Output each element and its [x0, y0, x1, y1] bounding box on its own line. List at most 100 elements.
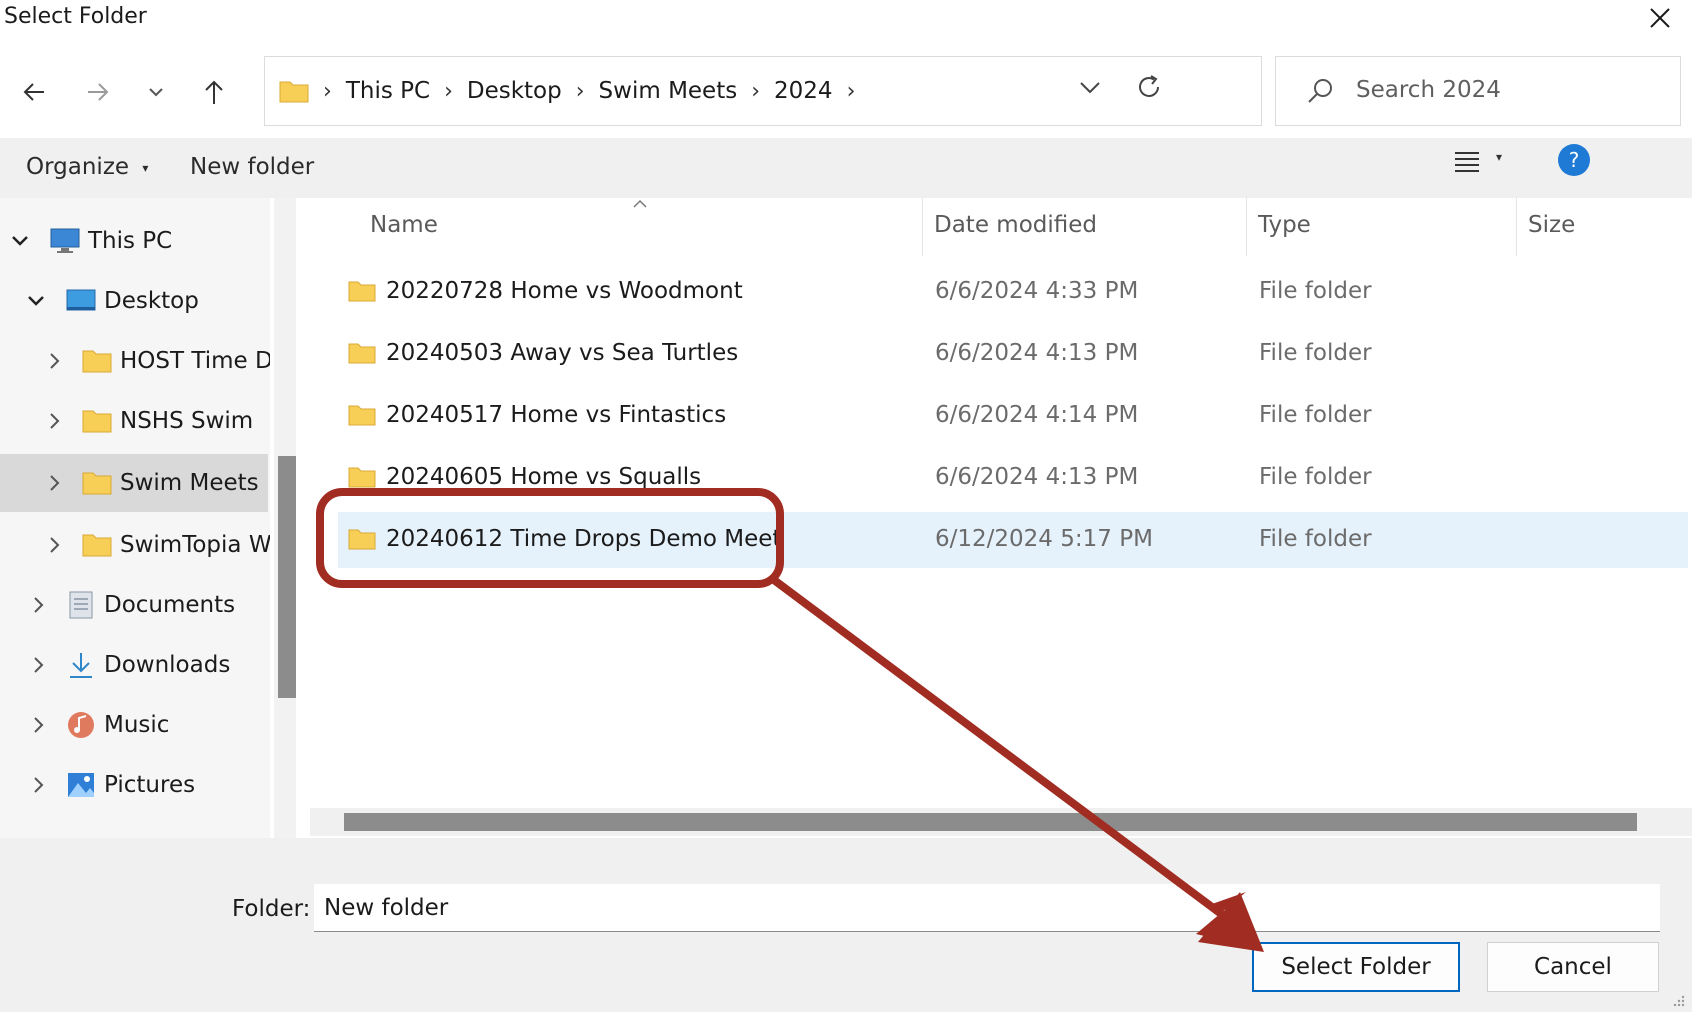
chevron-right-icon[interactable] [28, 715, 48, 735]
file-date: 6/12/2024 5:17 PM [935, 526, 1153, 552]
recent-locations-button[interactable] [134, 70, 178, 114]
nav-item-pictures[interactable]: Pictures [0, 756, 268, 814]
folder-icon [348, 343, 376, 364]
chevron-right-icon[interactable] [44, 535, 64, 555]
chevron-right-icon[interactable] [28, 775, 48, 795]
organize-label: Organize [26, 154, 130, 180]
file-row-selected[interactable]: 20240612 Time Drops Demo Meet 6/12/2024 … [338, 512, 1688, 568]
nav-item-swimtopia[interactable]: SwimTopia Wc [0, 516, 270, 574]
breadcrumb-this-pc[interactable]: This PC [346, 78, 430, 104]
music-icon [68, 712, 94, 738]
column-header-type[interactable]: Type [1258, 212, 1311, 238]
chevron-right-icon[interactable] [44, 351, 64, 371]
file-row[interactable]: 20240605 Home vs Squalls 6/6/2024 4:13 P… [338, 450, 1688, 506]
search-box[interactable]: Search 2024 [1275, 56, 1681, 126]
chevron-down-icon[interactable] [10, 231, 30, 251]
column-divider[interactable] [1516, 198, 1517, 256]
organize-menu[interactable]: Organize ▾ [26, 154, 148, 180]
column-divider[interactable] [922, 198, 923, 256]
chevron-right-icon[interactable] [44, 473, 64, 493]
up-arrow-icon [205, 80, 223, 104]
caret-down-icon: ▾ [142, 160, 149, 175]
refresh-button[interactable] [1135, 73, 1163, 105]
breadcrumb-2024[interactable]: 2024 [774, 78, 833, 104]
folder-icon [348, 281, 376, 302]
search-icon [1308, 79, 1332, 103]
folder-icon [348, 467, 376, 488]
caret-down-icon: ▾ [1496, 150, 1503, 164]
up-button[interactable] [192, 70, 236, 114]
nav-item-label: Documents [104, 592, 236, 618]
file-date: 6/6/2024 4:14 PM [935, 402, 1139, 428]
breadcrumb-separator: › [444, 78, 453, 104]
computer-icon [50, 228, 80, 253]
cancel-button[interactable]: Cancel [1487, 942, 1659, 992]
file-type: File folder [1259, 340, 1372, 366]
chevron-down-icon [149, 88, 163, 97]
chevron-right-icon[interactable] [44, 411, 64, 431]
address-dropdown-button[interactable] [1079, 79, 1101, 98]
select-folder-button[interactable]: Select Folder [1252, 942, 1460, 992]
folder-icon [348, 529, 376, 550]
address-bar[interactable]: › This PC › Desktop › Swim Meets › 2024 … [264, 56, 1262, 126]
back-button[interactable] [12, 70, 56, 114]
desktop-icon [66, 289, 96, 311]
nav-item-documents[interactable]: Documents [0, 576, 268, 634]
nav-item-label: This PC [88, 228, 173, 254]
resize-grip-icon[interactable] [1670, 992, 1686, 1008]
nav-item-music[interactable]: Music [0, 696, 268, 754]
column-header-name[interactable]: Name [370, 212, 438, 238]
column-header-size[interactable]: Size [1528, 212, 1575, 238]
documents-icon [69, 591, 93, 619]
folder-icon [348, 405, 376, 426]
nav-item-nshs-swim[interactable]: NSHS Swim [0, 392, 268, 450]
view-options-button[interactable]: ▾ [1454, 150, 1502, 176]
folder-icon [82, 534, 112, 557]
download-icon [70, 653, 92, 678]
file-date: 6/6/2024 4:33 PM [935, 278, 1139, 304]
file-type: File folder [1259, 278, 1372, 304]
file-row[interactable]: 20220728 Home vs Woodmont 6/6/2024 4:33 … [338, 264, 1688, 320]
nav-item-host-time[interactable]: HOST Time Dr [0, 332, 270, 390]
nav-item-downloads[interactable]: Downloads [0, 636, 268, 694]
help-icon[interactable]: ? [1558, 144, 1590, 176]
refresh-icon [1139, 75, 1159, 97]
file-name: 20240503 Away vs Sea Turtles [386, 340, 739, 366]
forward-button[interactable] [76, 70, 120, 114]
folder-field-label: Folder: [232, 896, 311, 922]
nav-item-this-pc[interactable]: This PC [0, 212, 268, 270]
nav-scrollbar-thumb[interactable] [278, 456, 296, 698]
file-name: 20240612 Time Drops Demo Meet [386, 526, 782, 552]
navigation-pane: This PC Desktop HOST Time Dr NSHS Swim S… [0, 198, 270, 838]
file-date: 6/6/2024 4:13 PM [935, 464, 1139, 490]
nav-item-desktop[interactable]: Desktop [0, 272, 268, 330]
breadcrumb-separator: › [323, 78, 332, 104]
chevron-right-icon[interactable] [28, 655, 48, 675]
file-name: 20220728 Home vs Woodmont [386, 278, 743, 304]
folder-icon [82, 410, 112, 433]
nav-item-label: Desktop [104, 288, 199, 314]
nav-item-label: HOST Time Dr [120, 348, 270, 374]
nav-item-label: Music [104, 712, 170, 738]
chevron-right-icon[interactable] [28, 595, 48, 615]
folder-name-input[interactable] [314, 884, 1660, 932]
horizontal-scrollbar-thumb[interactable] [344, 813, 1637, 831]
breadcrumb-desktop[interactable]: Desktop [467, 78, 562, 104]
new-folder-button[interactable]: New folder [190, 154, 314, 180]
nav-item-label: Downloads [104, 652, 231, 678]
sort-ascending-icon [632, 194, 648, 213]
folder-icon [279, 81, 309, 103]
close-icon [1650, 8, 1670, 28]
file-name: 20240517 Home vs Fintastics [386, 402, 727, 428]
breadcrumb-swim-meets[interactable]: Swim Meets [599, 78, 738, 104]
back-arrow-icon [23, 83, 44, 101]
nav-item-swim-meets[interactable]: Swim Meets [0, 454, 268, 512]
nav-item-label: SwimTopia Wc [120, 532, 270, 558]
close-button[interactable] [1636, 0, 1684, 36]
column-header-date-modified[interactable]: Date modified [934, 212, 1097, 238]
file-row[interactable]: 20240517 Home vs Fintastics 6/6/2024 4:1… [338, 388, 1688, 444]
chevron-down-icon[interactable] [26, 291, 46, 311]
file-row[interactable]: 20240503 Away vs Sea Turtles 6/6/2024 4:… [338, 326, 1688, 382]
window-title: Select Folder [4, 4, 147, 29]
column-divider[interactable] [1246, 198, 1247, 256]
